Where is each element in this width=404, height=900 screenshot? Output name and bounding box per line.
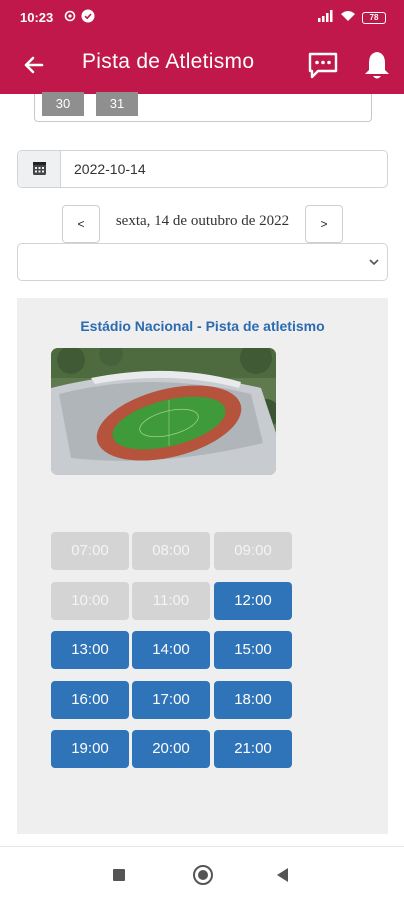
chevron-down-icon: [367, 255, 381, 269]
time-slot-button: 11:00: [132, 582, 210, 620]
time-slot-button[interactable]: 16:00: [51, 681, 129, 719]
time-slot-button[interactable]: 21:00: [214, 730, 292, 768]
time-slot-button[interactable]: 12:00: [214, 582, 292, 620]
time-slot-button[interactable]: 13:00: [51, 631, 129, 669]
time-slot-button[interactable]: 20:00: [132, 730, 210, 768]
current-day-label: sexta, 14 de outubro de 2022: [115, 213, 290, 229]
back-arrow-icon[interactable]: [18, 49, 50, 81]
status-right: 78: [318, 10, 386, 26]
time-slot-button[interactable]: 19:00: [51, 730, 129, 768]
time-slot-button[interactable]: 15:00: [214, 631, 292, 669]
calendar-icon[interactable]: [18, 151, 61, 187]
facility-panel: Estádio Nacional - Pista de atletismo 07…: [17, 298, 388, 834]
status-time: 10:23: [20, 10, 54, 25]
time-slot-button[interactable]: 14:00: [132, 631, 210, 669]
stadium-photo: [51, 348, 276, 475]
back-icon[interactable]: [277, 868, 288, 882]
time-slot-button[interactable]: 18:00: [214, 681, 292, 719]
system-navigation-bar: [0, 846, 404, 900]
recent-apps-icon[interactable]: [113, 869, 125, 881]
bell-icon[interactable]: [360, 48, 394, 82]
battery-icon: 78: [362, 12, 386, 24]
time-slot-button[interactable]: 17:00: [132, 681, 210, 719]
time-slot-button: 07:00: [51, 532, 129, 570]
time-slot-button: 10:00: [51, 582, 129, 620]
status-bar: 10:23 78: [0, 0, 404, 36]
facility-select[interactable]: [17, 243, 388, 281]
facility-title: Estádio Nacional - Pista de atletismo: [80, 318, 325, 334]
signal-icon: [318, 9, 334, 27]
date-picker: [17, 150, 388, 188]
settings-icon: [62, 9, 78, 25]
chat-icon[interactable]: [306, 48, 340, 82]
check-circle-icon: [80, 9, 96, 25]
calendar-day[interactable]: 31: [96, 92, 138, 116]
home-icon[interactable]: [193, 865, 213, 885]
date-input[interactable]: [61, 151, 387, 187]
wifi-icon: [340, 9, 356, 27]
time-slot-button: 09:00: [214, 532, 292, 570]
time-slot-button: 08:00: [132, 532, 210, 570]
page-title: Pista de Atletismo: [82, 50, 255, 73]
previous-day-button[interactable]: <: [62, 205, 100, 243]
next-day-button[interactable]: >: [305, 205, 343, 243]
app-bar: Pista de Atletismo: [0, 36, 404, 94]
calendar-day[interactable]: 30: [42, 92, 84, 116]
calendar-month-view: 30 31: [34, 92, 372, 122]
